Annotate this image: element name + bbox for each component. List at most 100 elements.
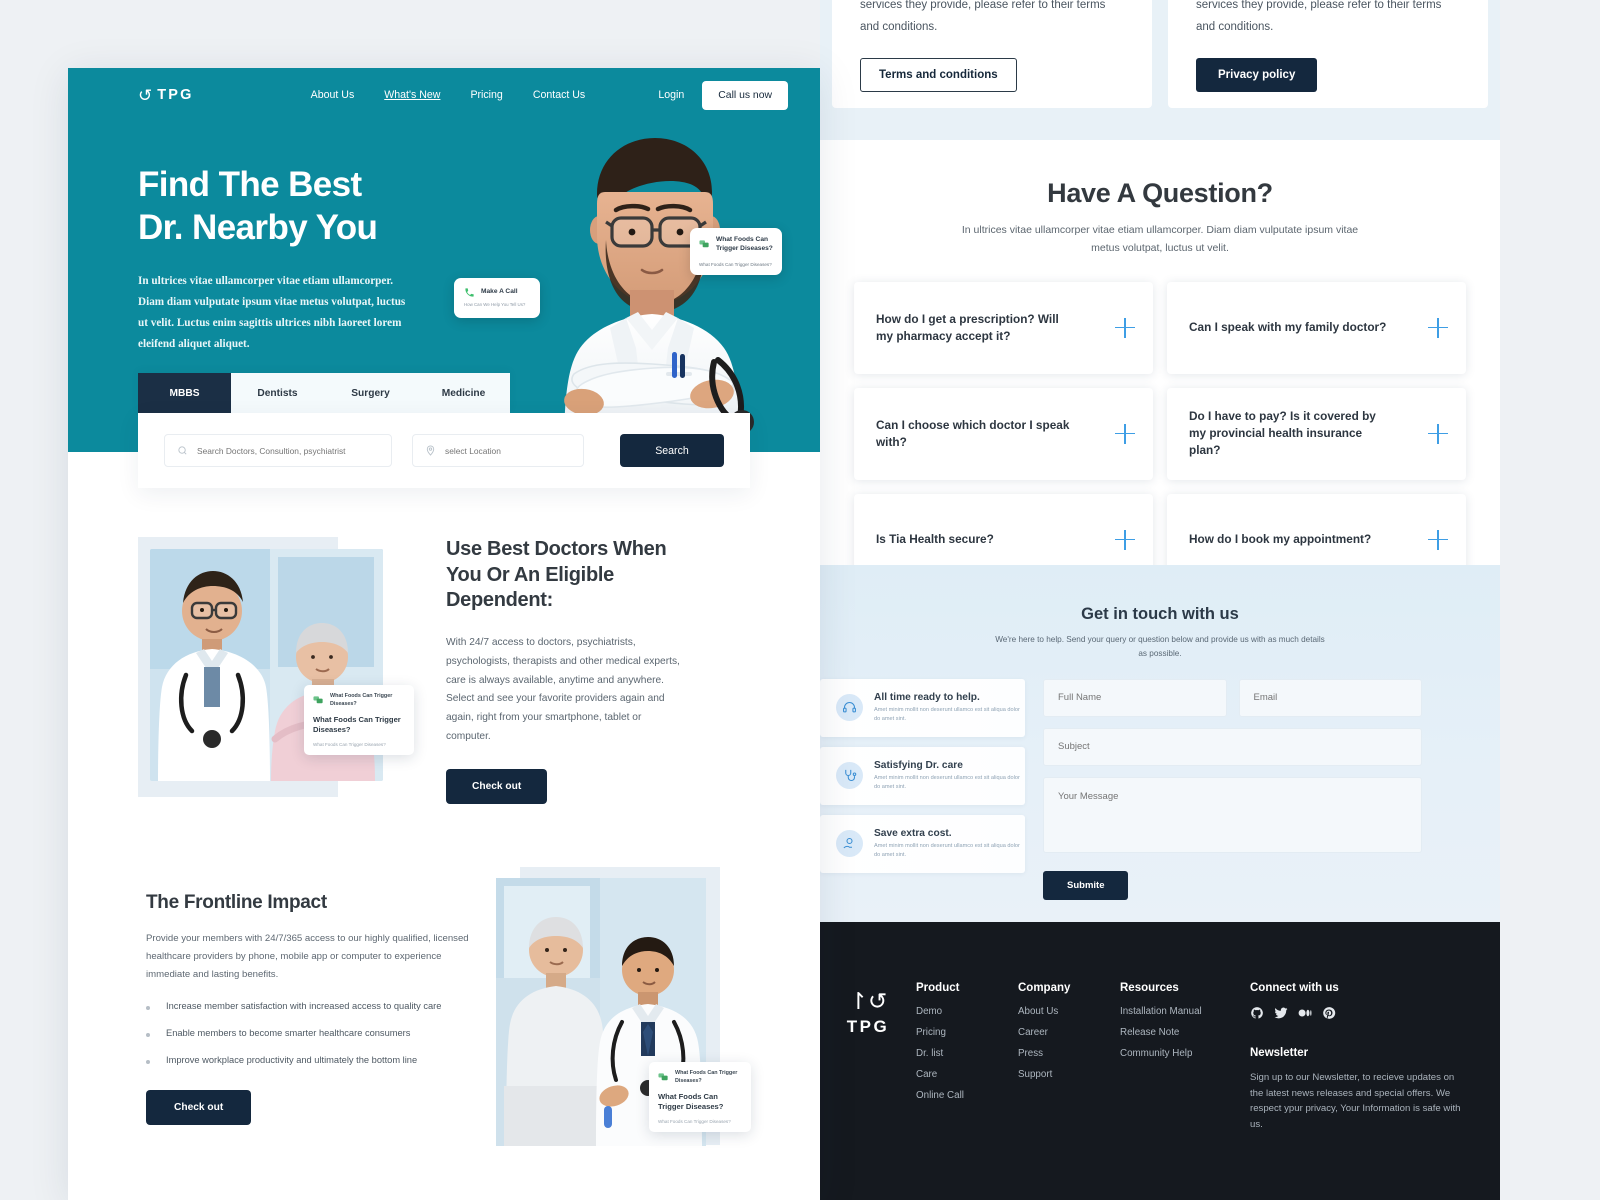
contact-subtitle: We're here to help. Send your query or q… [995, 635, 1325, 659]
bubble-title: Make A Call [481, 288, 518, 296]
location-group[interactable] [412, 434, 584, 467]
faq-section: Have A Question? In ultrices vitae ullam… [820, 140, 1500, 586]
doctor-photo [564, 138, 754, 452]
footer-link[interactable]: Installation Manual [1120, 1006, 1240, 1017]
subject-field[interactable] [1043, 727, 1422, 766]
phone-icon [464, 287, 475, 298]
nav-link-contact-us[interactable]: Contact Us [533, 89, 585, 101]
hero-section: ↺ TPG About Us What's New Pricing Contac… [68, 68, 820, 452]
terms-and-conditions-button[interactable]: Terms and conditions [860, 57, 1017, 92]
faq-grid: How do I get a prescription? Will my pha… [854, 281, 1466, 586]
hero-title: Find The Best Dr. Nearby You [138, 164, 468, 249]
submit-button[interactable]: Submite [1043, 870, 1129, 900]
tpg-logo-mark: ↾↺ [848, 988, 888, 1014]
privacy-policy-button[interactable]: Privacy policy [1196, 57, 1318, 92]
footer-column-product: Product Demo Pricing Dr. list Care Onlin… [916, 982, 1018, 1200]
plus-icon[interactable] [1115, 423, 1135, 444]
pinterest-icon[interactable] [1322, 1006, 1336, 1020]
bubble-subtitle: How Can We Help You Tell Us? [464, 302, 526, 307]
footer-link[interactable]: Online Call [916, 1090, 1018, 1101]
faq-item[interactable]: Do I have to pay? Is it covered by my pr… [1167, 387, 1466, 480]
call-us-now-button[interactable]: Call us now [702, 80, 788, 110]
top-navigation: ↺ TPG About Us What's New Pricing Contac… [68, 68, 820, 122]
contact-title: Get in touch with us [1081, 605, 1239, 623]
plus-icon[interactable] [1115, 529, 1135, 550]
faq-question: Is Tia Health secure? [876, 532, 994, 547]
check-out-button[interactable]: Check out [146, 1090, 252, 1126]
faq-question: Do I have to pay? Is it covered by my pr… [1189, 409, 1376, 458]
footer-link[interactable]: Community Help [1120, 1048, 1240, 1059]
tpg-logo-mark: ↺ [138, 85, 153, 105]
search-doctor-group[interactable] [164, 434, 392, 467]
terms-card: To learn more about the Babylon app and … [832, 0, 1152, 108]
faq-question: How do I book my appointment? [1189, 532, 1372, 547]
hero-title-line-1: Find The Best [138, 165, 362, 204]
nav-link-pricing[interactable]: Pricing [470, 89, 502, 101]
login-link[interactable]: Login [658, 89, 684, 101]
footer-link[interactable]: Pricing [916, 1027, 1018, 1038]
footer-link[interactable]: About Us [1018, 1006, 1120, 1017]
footer-link[interactable]: Care [916, 1069, 1018, 1080]
footer-link[interactable]: Press [1018, 1048, 1120, 1059]
tab-dentists[interactable]: Dentists [231, 373, 324, 413]
bubble-title: What Foods Can Trigger Diseases? [716, 236, 773, 252]
footer-link[interactable]: Dr. list [916, 1048, 1018, 1059]
plus-icon[interactable] [1428, 317, 1448, 338]
info-card-title: Satisfying Dr. care [874, 759, 963, 771]
footer-link[interactable]: Release Note [1120, 1027, 1240, 1038]
specialty-tabs: MBBS Dentists Surgery Medicine [138, 373, 510, 413]
social-links [1250, 1006, 1470, 1020]
faq-item[interactable]: Can I speak with my family doctor? [1167, 281, 1466, 374]
site-footer: ↾↺ TPG Product Demo Pricing Dr. list Car… [820, 922, 1500, 1200]
site-logo[interactable]: ↺ TPG [138, 87, 194, 104]
github-icon[interactable] [1250, 1006, 1264, 1020]
frontline-copy: The Frontline Impact Provide your member… [146, 892, 476, 1162]
footer-link[interactable]: Demo [916, 1006, 1018, 1017]
stethoscope-icon [836, 762, 863, 790]
list-item: Enable members to become smarter healthc… [146, 1028, 476, 1038]
twitter-icon[interactable] [1274, 1006, 1288, 1020]
tab-medicine[interactable]: Medicine [417, 373, 510, 413]
list-item-text: Increase member satisfaction with increa… [166, 1001, 442, 1012]
info-card-text: Amet minim mollit non deserunt ullamco e… [874, 774, 1020, 790]
faq-item[interactable]: How do I get a prescription? Will my pha… [854, 281, 1153, 374]
footer-link[interactable]: Career [1018, 1027, 1120, 1038]
faq-subtitle: In ultrices vitae ullamcorper vitae etia… [961, 224, 1359, 254]
best-doctors-copy: Use Best Doctors When You Or An Eligible… [383, 537, 683, 805]
tab-surgery[interactable]: Surgery [324, 373, 417, 413]
chat-bubbles-icon [699, 239, 710, 250]
medium-icon[interactable] [1298, 1006, 1312, 1020]
check-out-button[interactable]: Check out [446, 769, 548, 805]
location-input[interactable] [445, 445, 571, 456]
chat-bubbles-icon [658, 1072, 669, 1083]
footer-connect-newsletter: Connect with us Newsletter Sign up to ou… [1240, 982, 1470, 1200]
foods-question-bubble: What Foods Can Trigger Diseases? What Fo… [690, 228, 782, 276]
footer-logo[interactable]: ↾↺ TPG [820, 982, 916, 1200]
contact-info-list: All time ready to help. Amet minim molli… [820, 678, 1025, 900]
footer-link[interactable]: Support [1018, 1069, 1120, 1080]
plus-icon[interactable] [1115, 317, 1135, 338]
foods-float-card: What Foods Can Trigger Diseases? What Fo… [649, 1062, 751, 1133]
nav-link-about-us[interactable]: About Us [311, 89, 355, 101]
list-item-text: Enable members to become smarter healthc… [166, 1028, 411, 1039]
search-icon [178, 446, 187, 455]
list-item-text: Improve workplace productivity and ultim… [166, 1055, 418, 1066]
search-button[interactable]: Search [620, 434, 724, 467]
plus-icon[interactable] [1428, 423, 1448, 444]
search-input[interactable] [197, 445, 379, 456]
list-item: Increase member satisfaction with increa… [146, 1001, 476, 1011]
nav-link-whats-new[interactable]: What's New [384, 89, 440, 101]
plus-icon[interactable] [1428, 529, 1448, 550]
full-name-field[interactable] [1043, 678, 1227, 717]
faq-item[interactable]: Can I choose which doctor I speak with? [854, 387, 1153, 480]
info-card-help: All time ready to help. Amet minim molli… [820, 678, 1025, 737]
secondary-screen: To learn more about the Babylon app and … [820, 0, 1500, 1200]
hero-title-line-2: Dr. Nearby You [138, 207, 378, 247]
message-field[interactable] [1043, 776, 1422, 853]
info-card-text: Amet minim mollit non deserunt ullamco e… [874, 706, 1020, 722]
email-field[interactable] [1238, 678, 1422, 717]
tab-mbbs[interactable]: MBBS [138, 373, 231, 413]
float-card-small-title: What Foods Can Trigger Diseases? [675, 1070, 738, 1084]
float-card-title: What Foods Can Trigger Diseases? [313, 714, 401, 734]
contact-section: Get in touch with us We're here to help.… [820, 565, 1500, 922]
